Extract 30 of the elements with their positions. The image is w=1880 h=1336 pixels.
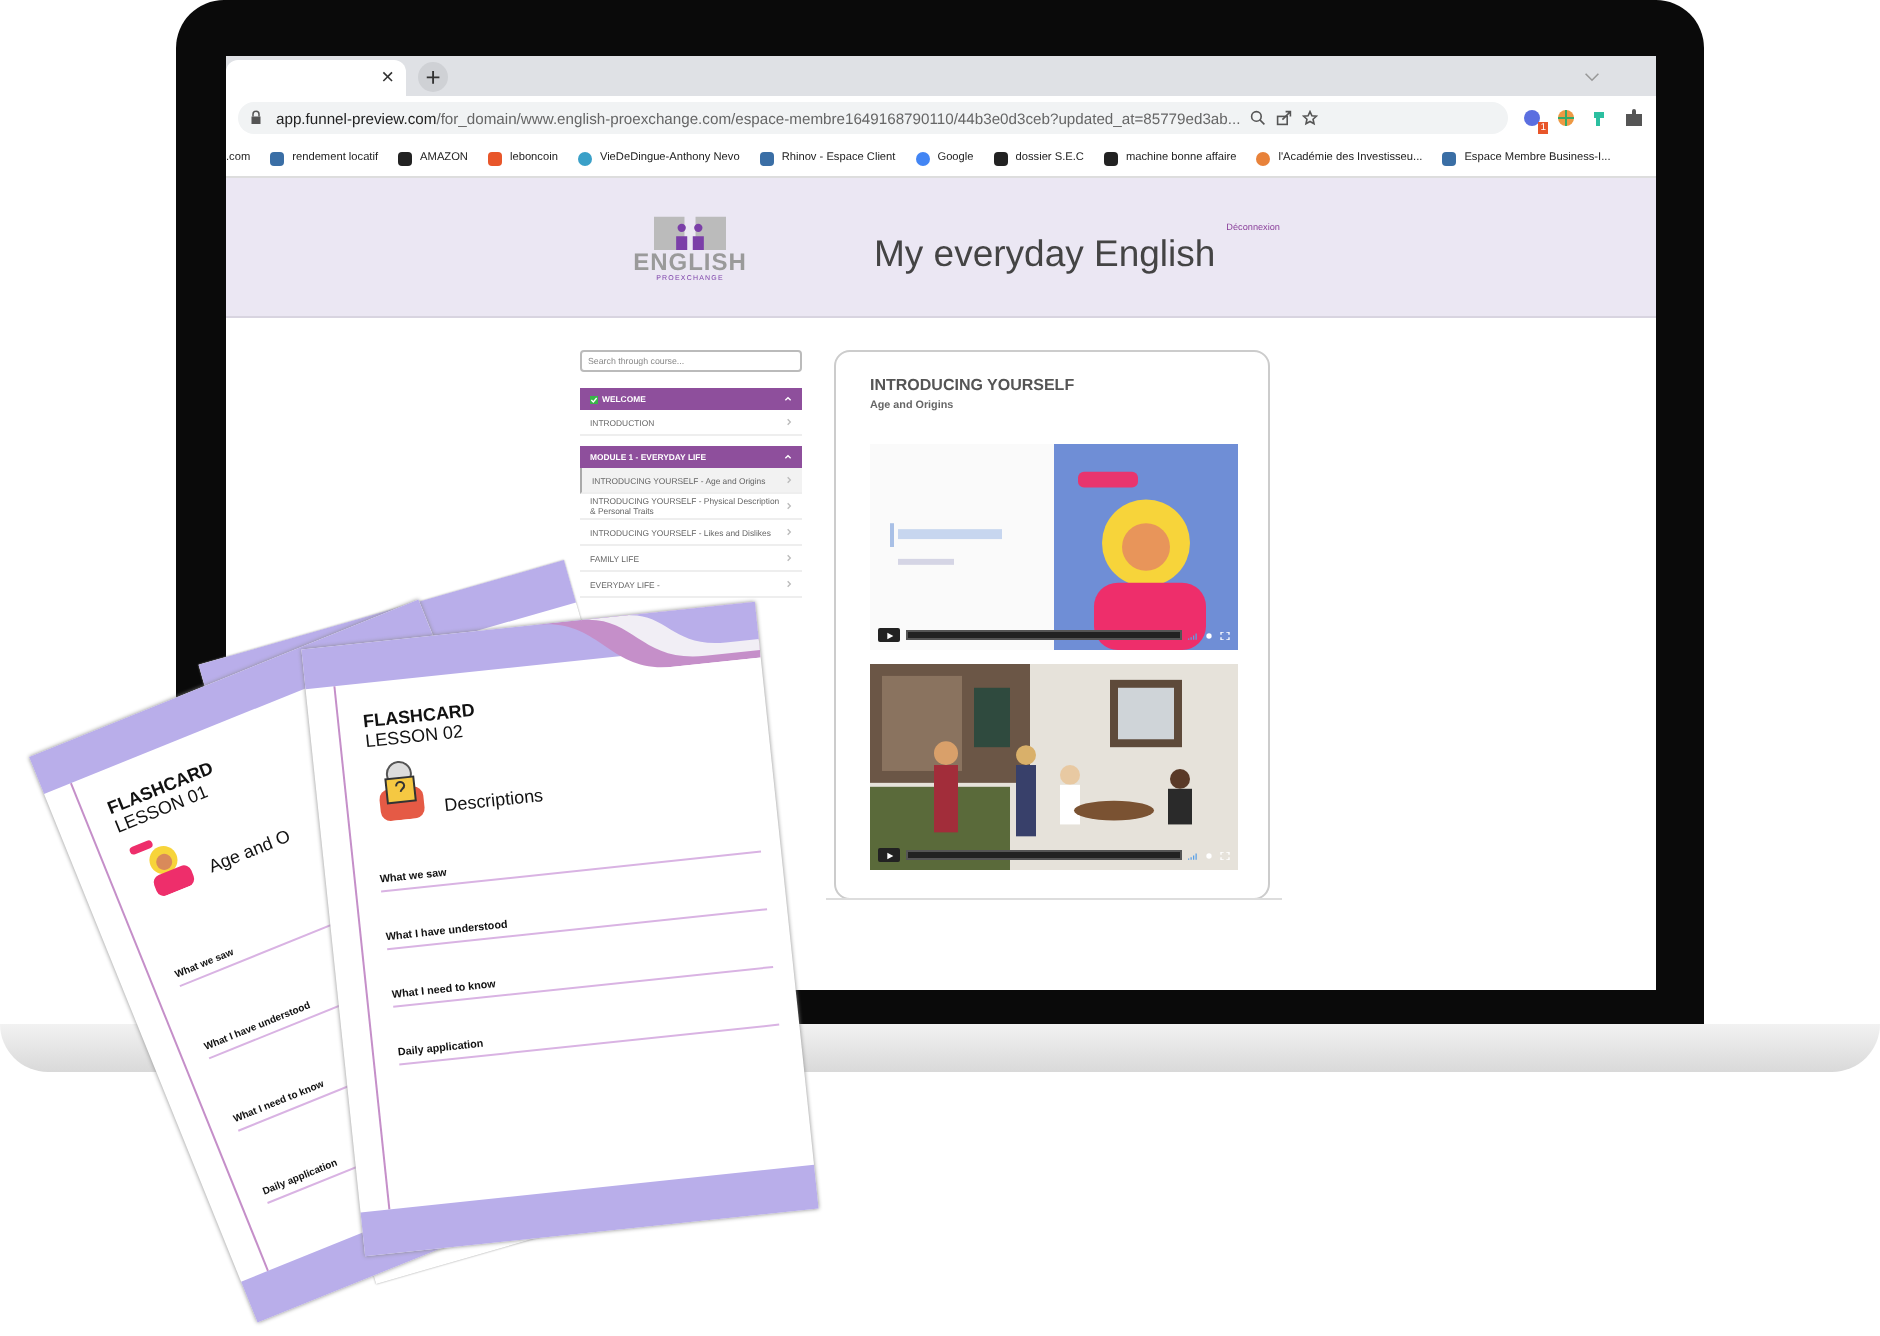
tab-close-button[interactable]: × (381, 66, 394, 90)
progress-track[interactable] (906, 850, 1182, 860)
play-icon (885, 631, 893, 639)
chevron-right-icon (786, 502, 792, 510)
settings-icon[interactable] (1204, 631, 1214, 639)
play-button[interactable] (878, 848, 900, 862)
lesson-title: INTRODUCING YOURSELF (870, 376, 1077, 394)
chevron-right-icon (786, 580, 792, 588)
fullscreen-icon[interactable] (1220, 631, 1230, 639)
volume-icon[interactable] (1188, 631, 1198, 639)
new-tab-button[interactable]: + (418, 62, 448, 92)
puzzle-icon[interactable] (1624, 108, 1644, 128)
flashcard-topic: Descriptions (443, 785, 544, 816)
chevron-right-icon (786, 528, 792, 536)
chevron-right-icon (786, 554, 792, 562)
search-icon[interactable] (1250, 110, 1267, 126)
chevron-down-icon[interactable] (1584, 71, 1600, 81)
browser-tab[interactable]: × (226, 60, 406, 96)
progress-track[interactable] (906, 630, 1182, 640)
chevron-right-icon (786, 476, 792, 484)
share-icon[interactable] (1276, 110, 1293, 126)
volume-icon[interactable] (1188, 851, 1198, 859)
course-title: My everyday English (874, 231, 1216, 275)
lock-icon (250, 110, 262, 126)
color-wheel-icon[interactable] (1556, 108, 1576, 128)
star-icon[interactable] (1302, 110, 1319, 126)
flashcard-topic: Age and O (205, 825, 294, 877)
play-icon (885, 851, 893, 859)
play-button[interactable] (878, 628, 900, 642)
chevron-right-icon (786, 418, 792, 426)
